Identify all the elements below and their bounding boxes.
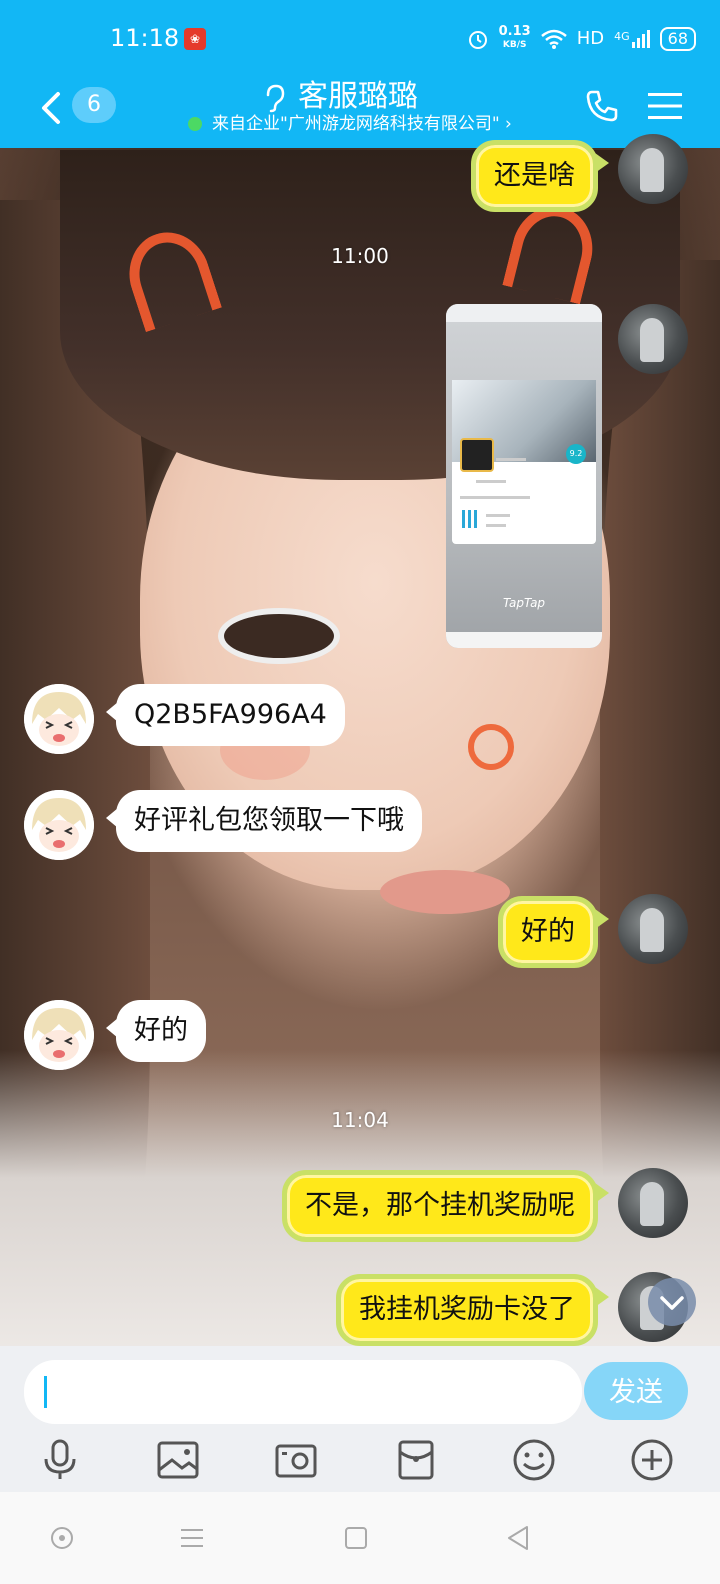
message-input[interactable] <box>24 1360 582 1424</box>
back-icon[interactable] <box>498 1518 538 1558</box>
camera-icon[interactable] <box>274 1438 318 1482</box>
game-icon <box>460 438 494 472</box>
message-bubble-sent[interactable]: 还是啥 <box>471 140 609 212</box>
red-packet-icon[interactable] <box>394 1438 438 1482</box>
network-speed-value: 0.13 <box>498 24 531 39</box>
chat-header: 6 客服璐璐 来自企业"广州游龙网络科技有限公司" › <box>0 78 720 148</box>
anime-girl-avatar-icon <box>24 684 94 754</box>
message-bubble-sent[interactable]: 我挂机奖励卡没了 <box>336 1274 609 1346</box>
network-speed: 0.13 KB/S <box>498 24 531 51</box>
text-caret <box>44 1376 47 1408</box>
support-avatar[interactable] <box>24 790 94 860</box>
screenshot-game-card: 9.2 <box>452 380 596 544</box>
message-text: 还是啥 <box>494 160 575 191</box>
status-icons: 0.13 KB/S HD 4G 68 <box>467 24 696 51</box>
phone-call-icon[interactable] <box>584 88 620 124</box>
my-avatar[interactable] <box>618 894 688 964</box>
message-bubble-sent[interactable]: 不是，那个挂机奖励呢 <box>282 1170 609 1242</box>
message-timestamp: 11:00 <box>331 244 389 268</box>
message-bubble-received[interactable]: 好评礼包您领取一下哦 <box>106 790 422 852</box>
message-text: 好评礼包您领取一下哦 <box>134 805 404 836</box>
support-avatar[interactable] <box>24 1000 94 1070</box>
anime-girl-avatar-icon <box>24 790 94 860</box>
my-avatar[interactable] <box>618 134 688 204</box>
send-button[interactable]: 发送 <box>584 1362 688 1420</box>
message-bubble-sent[interactable]: 好的 <box>498 896 609 968</box>
microphone-icon[interactable] <box>38 1438 82 1482</box>
message-bubble-received[interactable]: Q2B5FA996A4 <box>106 684 345 746</box>
status-time: 11:18 <box>110 24 180 52</box>
message-text: 好的 <box>521 916 575 947</box>
image-message[interactable]: 9.2 TapTap <box>446 304 602 648</box>
plus-icon[interactable] <box>630 1438 674 1482</box>
background-lips <box>380 870 510 914</box>
system-navigation-bar <box>0 1492 720 1584</box>
wifi-icon <box>540 29 567 49</box>
online-status-icon <box>188 117 202 131</box>
home-icon[interactable] <box>336 1518 376 1558</box>
anime-girl-avatar-icon <box>24 1000 94 1070</box>
scroll-to-bottom-button[interactable] <box>648 1278 696 1326</box>
screenshot-statusbar <box>446 304 602 322</box>
message-bubble-received[interactable]: 好的 <box>106 1000 206 1062</box>
support-avatar[interactable] <box>24 684 94 754</box>
qr-code-icon <box>462 510 480 528</box>
game-rating-badge: 9.2 <box>566 444 586 464</box>
message-text: 好的 <box>134 1015 188 1046</box>
menu-icon[interactable] <box>172 1518 212 1558</box>
image-icon[interactable] <box>156 1438 200 1482</box>
unread-count-badge[interactable]: 6 <box>72 87 116 123</box>
alarm-icon <box>468 30 487 49</box>
battery-indicator: 68 <box>659 26 696 51</box>
screenshot-brand-text: TapTap <box>502 596 546 610</box>
company-affiliation: 来自企业"广州游龙网络科技有限公司" › <box>212 114 512 134</box>
chat-subtitle[interactable]: 来自企业"广州游龙网络科技有限公司" › <box>188 112 512 136</box>
chat-title[interactable]: 客服璐璐 <box>298 78 418 116</box>
app-notification-icon: ❀ <box>184 28 206 50</box>
doodle-nose-swirl <box>468 724 514 770</box>
screenshot-navbar <box>446 632 602 648</box>
back-arrow-icon[interactable] <box>36 88 66 128</box>
message-text: Q2B5FA996A4 <box>134 699 327 730</box>
message-text: 不是，那个挂机奖励呢 <box>305 1190 575 1221</box>
cell-signal-icon: 4G <box>614 29 650 48</box>
message-timestamp: 11:04 <box>331 1108 389 1132</box>
emoji-icon[interactable] <box>512 1438 556 1482</box>
status-bar: 11:18 ❀ 0.13 KB/S HD 4G 68 <box>0 0 720 78</box>
background-eye <box>218 608 340 664</box>
assistant-icon[interactable] <box>42 1518 82 1558</box>
earpiece-mode-icon <box>266 84 285 113</box>
more-menu-icon[interactable] <box>648 92 682 120</box>
my-avatar[interactable] <box>618 304 688 374</box>
composer: 发送 <box>0 1346 720 1492</box>
my-avatar[interactable] <box>618 1168 688 1238</box>
chevron-down-icon <box>660 1296 684 1310</box>
message-text: 我挂机奖励卡没了 <box>359 1294 575 1325</box>
network-type: 4G <box>614 29 630 43</box>
hd-indicator: HD <box>576 28 605 49</box>
network-speed-unit: KB/S <box>502 40 527 50</box>
